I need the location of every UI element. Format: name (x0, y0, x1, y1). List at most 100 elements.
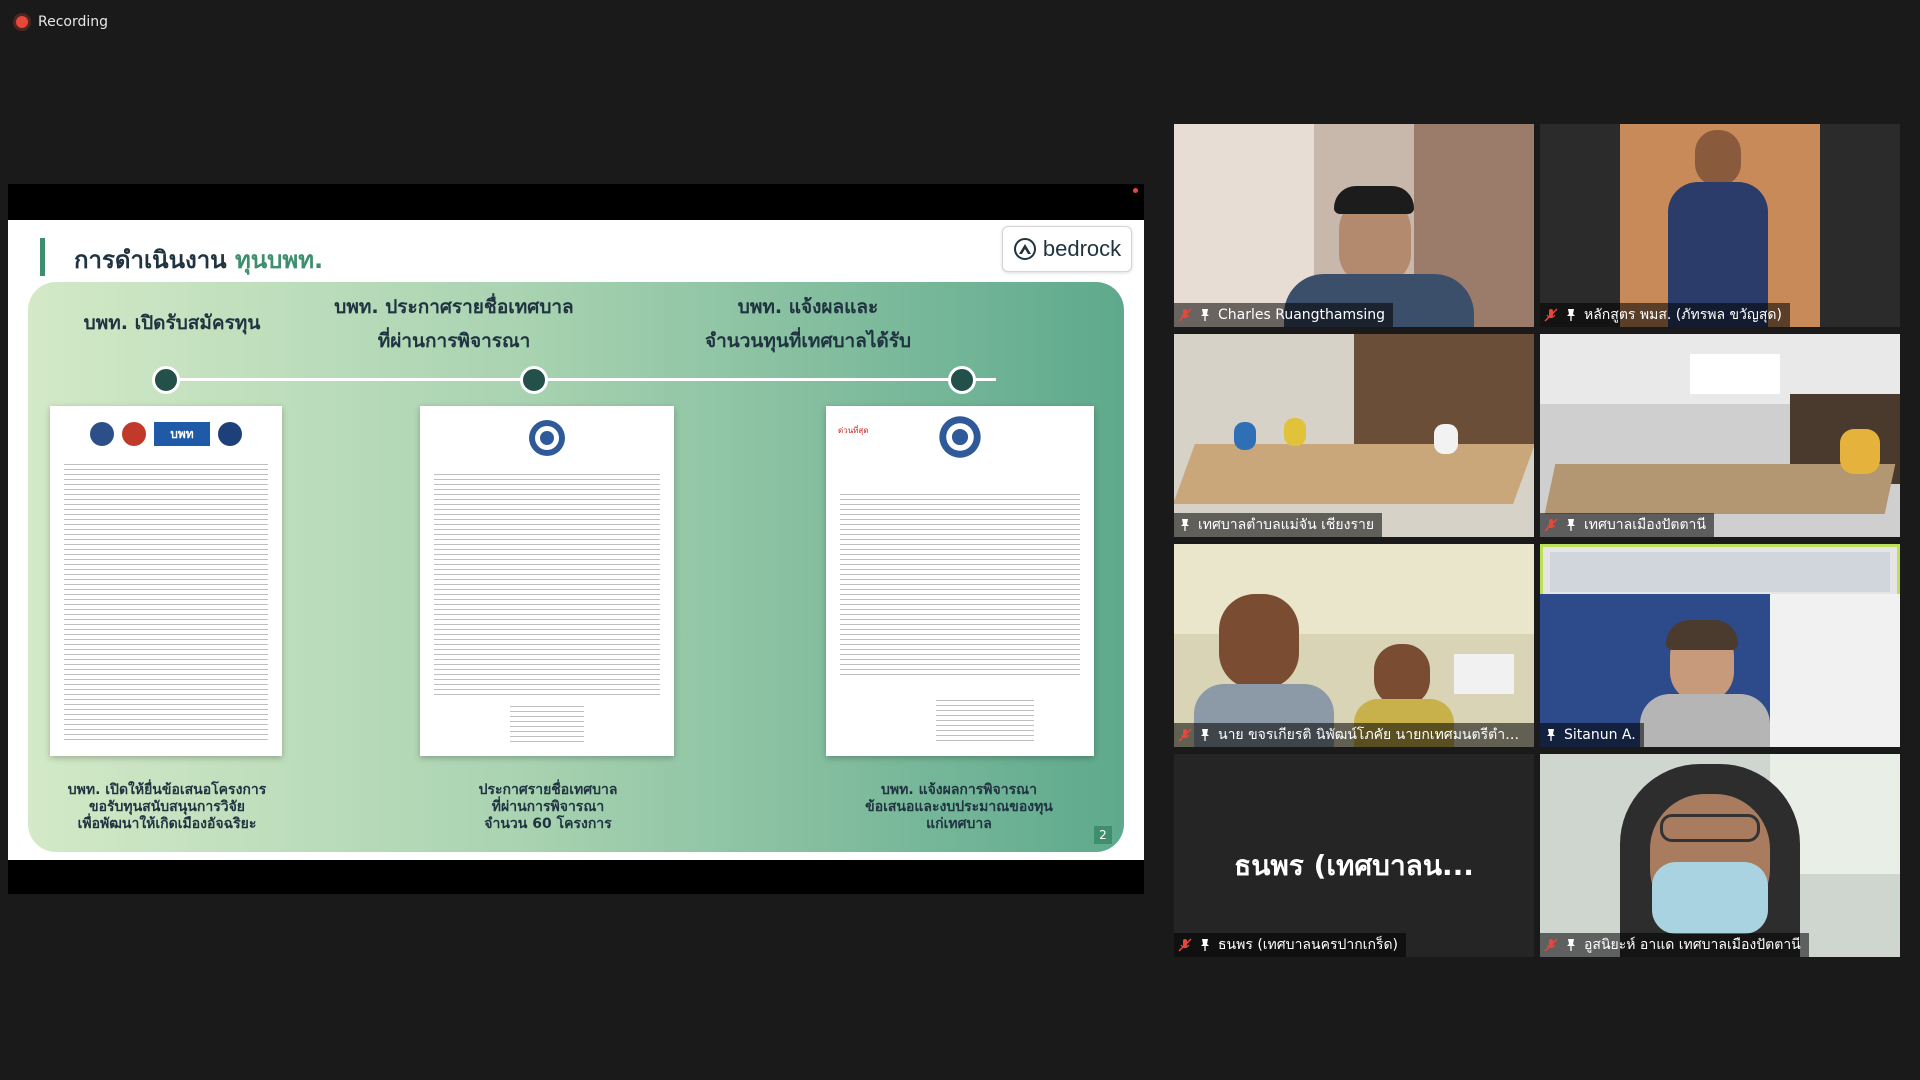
conference-table (1174, 444, 1534, 504)
agency-logo-icon (122, 422, 146, 446)
step-2-caption-line-2: ที่ผ่านการพิจารณา (491, 799, 605, 815)
person-seated (1434, 424, 1458, 454)
step-1-caption-line-2: ขอรับทุนสนับสนุนการวิจัย (89, 799, 245, 815)
step-2-caption-line-1: ประกาศรายชื่อเทศบาล (478, 782, 618, 798)
bedrock-logo-text: bedrock (1042, 236, 1122, 261)
timeline-line (166, 378, 996, 381)
participant-name-bar: เทศบาลตำบลแม่จัน เชียงราย (1174, 513, 1383, 537)
participant-tile-2[interactable]: หลักสูตร พมส. (ภัทรพล ขวัญสุด) (1540, 124, 1900, 327)
garuda-seal-icon (939, 416, 981, 458)
seal-icon (218, 422, 242, 446)
participant-tile-1[interactable]: Charles Ruangthamsing (1174, 124, 1534, 327)
participant-tile-4[interactable]: เทศบาลเมืองปัตตานี (1540, 334, 1900, 537)
participant-name-bar: หลักสูตร พมส. (ภัทรพล ขวัญสุด) (1540, 303, 1790, 327)
pin-icon (1198, 728, 1212, 742)
step-3-caption-line-3: แก่เทศบาล (926, 816, 992, 832)
participant-tile-7[interactable]: ธนพร (เทศบาลน... ธนพร (เทศบาลนครปากเกร็ด… (1174, 754, 1534, 957)
participant-name-bar: นาย ขจรเกียรติ นิพัฒน์โภคัย นายกเทศมนตรี… (1174, 723, 1534, 747)
document-3-text (840, 490, 1080, 676)
title-accent-bar (40, 238, 45, 276)
participant-name-bar: อูสนิยะห์ อาแด เทศบาลเมืองปัตตานี (1540, 933, 1809, 957)
mic-muted-icon (1544, 308, 1558, 322)
bedrock-logo: bedrock (1002, 226, 1132, 272)
pin-icon (1178, 518, 1192, 532)
document-1-logos: บพท (50, 422, 282, 446)
document-2-signature (510, 702, 584, 742)
step-1-caption: บพท. เปิดให้ยื่นข้อเสนอโครงการ ขอรับทุนส… (8, 782, 332, 833)
document-3: ด่วนที่สุด (826, 406, 1094, 756)
participant-name: อูสนิยะห์ อาแด เทศบาลเมืองปัตตานี (1584, 937, 1801, 953)
step-3-heading-line-2: จำนวนทุนที่เทศบาลได้รับ (704, 330, 912, 352)
participant-name-bar: Sitanun A. (1540, 723, 1644, 747)
pin-icon (1564, 938, 1578, 952)
participant-name-bar: เทศบาลเมืองปัตตานี (1540, 513, 1714, 537)
mic-muted-icon (1178, 728, 1192, 742)
step-3-heading-line-1: บพท. แจ้งผลและ (737, 296, 879, 318)
urgent-label: ด่วนที่สุด (838, 426, 869, 435)
slide-title: การดำเนินงาน ทุนบพท. (74, 240, 323, 279)
participant-name: เทศบาลเมืองปัตตานี (1584, 517, 1706, 533)
presentation-slide: การดำเนินงาน ทุนบพท. bedrock บพท. เปิดรั… (8, 220, 1144, 860)
participant-tile-3[interactable]: เทศบาลตำบลแม่จัน เชียงราย (1174, 334, 1534, 537)
pin-icon (1198, 308, 1212, 322)
share-indicator-dot (1133, 188, 1138, 193)
document-1: บพท (50, 406, 282, 756)
participant-name: เทศบาลตำบลแม่จัน เชียงราย (1198, 517, 1375, 533)
participant-body (1640, 694, 1770, 747)
mic-muted-icon (1178, 938, 1192, 952)
document-1-text (64, 460, 268, 742)
mic-muted-icon (1544, 518, 1558, 532)
pin-icon (1198, 938, 1212, 952)
document-1-badge: บพท (154, 422, 210, 446)
step-1-caption-line-3: เพื่อพัฒนาให้เกิดเมืองอัจฉริยะ (77, 816, 257, 832)
participant-name: ธนพร (เทศบาลนครปากเกร็ด) (1218, 937, 1399, 953)
person-seated (1284, 418, 1306, 446)
participant-name: Sitanun A. (1564, 727, 1636, 743)
step-2-heading: บพท. ประกาศรายชื่อเทศบาล ที่ผ่านการพิจาร… (284, 290, 624, 358)
document-2 (420, 406, 674, 756)
projector-screen (1690, 354, 1780, 394)
face-mask (1652, 862, 1768, 934)
bedrock-logo-icon (1013, 238, 1036, 260)
pin-icon (1544, 728, 1558, 742)
step-1-caption-line-1: บพท. เปิดให้ยื่นข้อเสนอโครงการ (67, 782, 267, 798)
window-panel (1770, 594, 1900, 747)
step-2-heading-line-2: ที่ผ่านการพิจารณา (377, 330, 531, 352)
participant-head (1695, 130, 1741, 186)
participant-tile-5[interactable]: นาย ขจรเกียรติ นิพัฒน์โภคัย นายกเทศมนตรี… (1174, 544, 1534, 747)
participant-hair (1334, 186, 1414, 214)
step-2-caption-line-3: จำนวน 60 โครงการ (484, 816, 612, 832)
mic-muted-icon (1544, 938, 1558, 952)
recording-label: Recording (38, 14, 109, 30)
glasses (1660, 814, 1760, 842)
step-3-caption-line-2: ข้อเสนอและงบประมาณของทุน (865, 799, 1053, 815)
mic-muted-icon (1178, 308, 1192, 322)
participant-name-bar: ธนพร (เทศบาลนครปากเกร็ด) (1174, 933, 1407, 957)
person-seated (1234, 422, 1256, 450)
room-back-wall (1550, 552, 1890, 592)
participant-head (1219, 594, 1299, 689)
recording-indicator[interactable]: Recording (16, 14, 108, 30)
pin-icon (1564, 518, 1578, 532)
participant-tile-6[interactable]: Sitanun A. (1540, 544, 1900, 747)
step-3-heading: บพท. แจ้งผลและ จำนวนทุนที่เทศบาลได้รับ (638, 290, 978, 358)
participant-display-name: ธนพร (เทศบาลน... (1234, 849, 1474, 882)
participant-name: นาย ขจรเกียรติ นิพัฒน์โภคัย นายกเทศมนตรี… (1218, 727, 1526, 743)
participant-name: หลักสูตร พมส. (ภัทรพล ขวัญสุด) (1584, 307, 1782, 323)
slide-title-prefix: การดำเนินงาน (74, 246, 227, 274)
conference-table (1544, 464, 1896, 514)
step-3-caption: บพท. แจ้งผลการพิจารณา ข้อเสนอและงบประมาณ… (794, 782, 1124, 833)
participant-tile-8[interactable]: อูสนิยะห์ อาแด เทศบาลเมืองปัตตานี (1540, 754, 1900, 957)
participant-name: Charles Ruangthamsing (1218, 307, 1386, 323)
document-3-signature (936, 696, 1034, 742)
person-seated (1840, 429, 1880, 474)
shared-screen[interactable]: การดำเนินงาน ทุนบพท. bedrock บพท. เปิดรั… (8, 184, 1144, 894)
page-number: 2 (1094, 826, 1112, 844)
participant-head (1374, 644, 1430, 706)
participant-name-bar: Charles Ruangthamsing (1174, 303, 1394, 327)
document-2-text (434, 470, 660, 696)
timeline-node-3 (948, 366, 976, 394)
pin-icon (1564, 308, 1578, 322)
step-3-caption-line-1: บพท. แจ้งผลการพิจารณา (881, 782, 1037, 798)
step-2-heading-line-1: บพท. ประกาศรายชื่อเทศบาล (334, 296, 574, 318)
